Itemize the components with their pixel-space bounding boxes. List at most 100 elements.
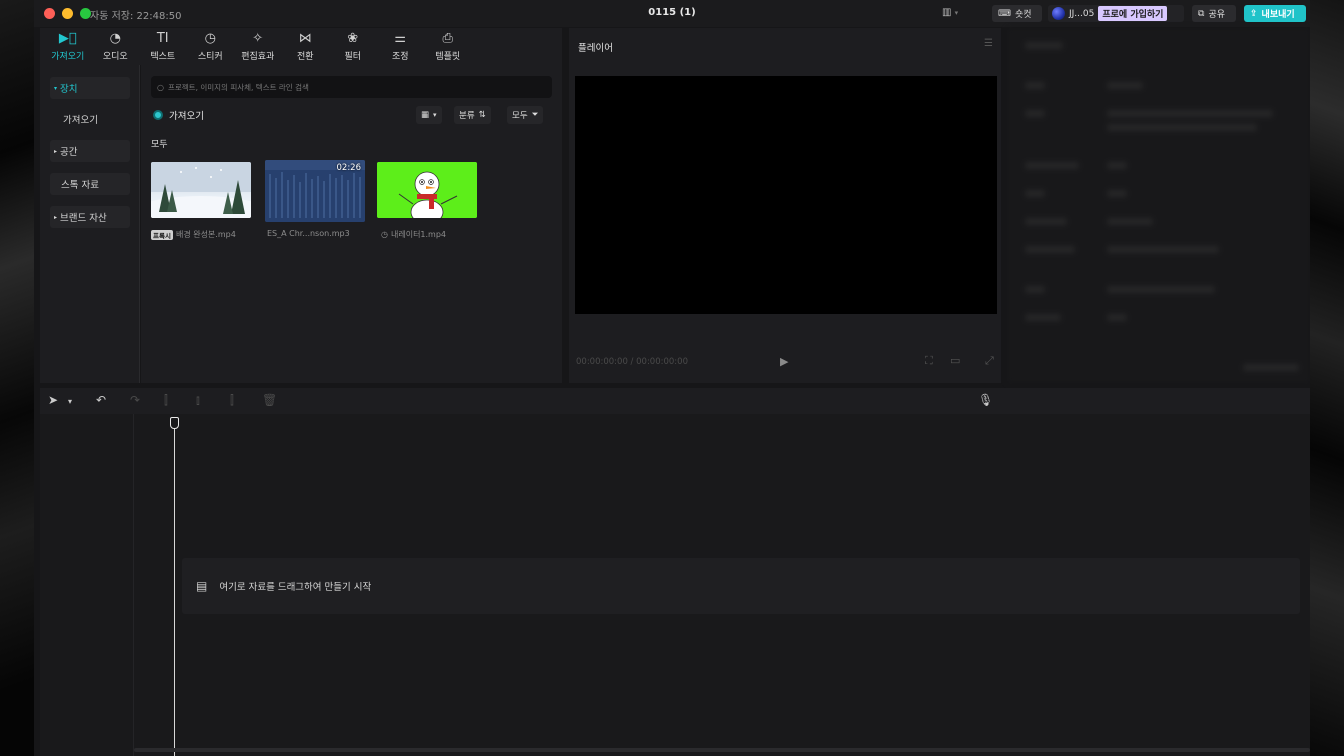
media-item-name: ◷ 내레이터1.mp4 — [381, 229, 446, 240]
media-item-background[interactable] — [151, 162, 251, 218]
tab-text[interactable]: TI 텍스트 — [139, 28, 187, 65]
split-right-icon[interactable]: ⫿ — [230, 393, 234, 408]
timeline-drop-zone[interactable]: ▤ 여기로 자료를 드래그하여 만들기 시작 — [182, 558, 1300, 614]
sidebar-item-label: 스톡 자료 — [61, 180, 99, 191]
clock-icon: ◷ — [381, 230, 388, 239]
import-button[interactable]: 가져오기 — [153, 106, 204, 124]
chevron-down-icon: ▾ — [954, 9, 959, 17]
export-label: 내보내기 — [1261, 10, 1295, 20]
timeline-scrollbar[interactable] — [134, 748, 1310, 752]
close-window-button[interactable] — [44, 8, 55, 19]
sidebar-item-stock[interactable]: 스톡 자료 — [50, 173, 130, 195]
sidebar-item-device[interactable]: ▾ 장치 — [50, 77, 130, 99]
tab-label: 전환 — [296, 52, 314, 62]
microphone-icon[interactable]: 🎙 — [978, 393, 993, 407]
minimize-window-button[interactable] — [62, 8, 73, 19]
ratio-icon[interactable]: ▭ — [950, 354, 960, 367]
timecode: 00:00:00:00 / 00:00:00:00 — [576, 357, 688, 367]
tab-template[interactable]: ⎙ 템플릿 — [424, 28, 472, 65]
player-panel: 플레이어 ☰ 00:00:00:00 / 00:00:00:00 ▶ ⛶ ▭ ⤢ — [569, 28, 1001, 383]
tab-filter[interactable]: ❀ 필터 — [329, 28, 377, 65]
file-name: 내레이터1.mp4 — [390, 230, 447, 239]
import-label: 가져오기 — [169, 111, 204, 122]
avatar — [1052, 7, 1065, 20]
caret-down-icon: ▾ — [54, 84, 58, 92]
share-button[interactable]: ⧉ 공유 — [1192, 5, 1236, 22]
layout-toggle-button[interactable]: ▥ ▾ — [942, 7, 958, 18]
menu-icon[interactable]: ☰ — [984, 38, 993, 49]
shortcut-button[interactable]: ⌨ 숏컷 — [992, 5, 1042, 22]
placeholder-row — [1107, 162, 1127, 169]
tab-adjust[interactable]: ⚌ 조정 — [377, 28, 425, 65]
placeholder-row — [1107, 246, 1219, 253]
tab-sticker[interactable]: ◷ 스티커 — [187, 28, 235, 65]
track-header-column — [40, 414, 134, 756]
autosave-status: 자동 저장: 22:48:50 — [90, 11, 182, 22]
film-icon: ▤ — [196, 579, 208, 593]
view-mode-button[interactable]: ▦ ▾ — [416, 106, 442, 124]
sidebar-item-label: 공간 — [60, 147, 78, 158]
tab-audio[interactable]: ◔ 오디오 — [92, 28, 140, 65]
section-title: 모두 — [151, 140, 168, 150]
placeholder-row — [1107, 190, 1127, 197]
proxy-tag: 프록시 — [151, 229, 173, 240]
timeline: ▤ 여기로 자료를 드래그하여 만들기 시작 — [40, 414, 1310, 756]
properties-panel — [1007, 28, 1310, 383]
play-icon[interactable]: ▶ — [780, 355, 788, 368]
fit-icon[interactable]: ⛶ — [925, 354, 933, 368]
shortcut-label: 숏컷 — [1015, 10, 1032, 20]
import-icon: ▶⃞ — [58, 31, 77, 46]
pro-upgrade-button[interactable]: 프로에 가입하기 — [1098, 6, 1168, 21]
redo-icon[interactable]: ↷ — [130, 393, 140, 407]
filter-button[interactable]: 모두 ⏷ — [507, 106, 544, 124]
tab-transition[interactable]: ⋈ 전환 — [282, 28, 330, 65]
tab-label: 편집효과 — [241, 52, 275, 62]
playhead-handle[interactable] — [170, 417, 179, 429]
chevron-down-icon[interactable]: ▾ — [68, 397, 72, 406]
tab-label: 스티커 — [197, 52, 223, 62]
tab-import[interactable]: ▶⃞ 가져오기 — [44, 28, 92, 65]
placeholder-row — [1107, 286, 1215, 293]
keyboard-icon: ⌨ — [998, 8, 1011, 19]
pointer-icon[interactable]: ➤ — [48, 393, 58, 407]
split-icon[interactable]: ⫿ — [164, 393, 168, 408]
caret-right-icon: ▸ — [54, 147, 58, 155]
drop-hint: 여기로 자료를 드래그하여 만들기 시작 — [219, 582, 372, 593]
media-duration: 02:26 — [336, 163, 362, 173]
delete-icon[interactable]: 🗑 — [262, 393, 277, 407]
sort-label: 분류 — [459, 111, 475, 121]
placeholder-row — [1025, 218, 1067, 225]
asset-tabs: ▶⃞ 가져오기 ◔ 오디오 TI 텍스트 ◷ 스티커 ✧ 편집효과 ⋈ 전환 ❀… — [40, 28, 562, 65]
placeholder-row — [1243, 364, 1299, 371]
search-placeholder: 프로젝트, 이미지의 피사체, 텍스트 라인 검색 — [167, 82, 309, 92]
desktop-background-right — [1310, 0, 1344, 756]
sidebar-item-label: 브랜드 자산 — [60, 213, 107, 224]
sidebar-item-label: 장치 — [60, 84, 78, 95]
media-item-narrator[interactable] — [377, 162, 477, 218]
snowman-thumbnail — [377, 162, 477, 218]
undo-icon[interactable]: ↶ — [96, 393, 106, 407]
sort-icon: ⇅ — [478, 110, 486, 120]
placeholder-row — [1025, 42, 1063, 49]
preview-screen[interactable] — [575, 76, 997, 314]
placeholder-row — [1107, 82, 1143, 89]
adjust-icon: ⚌ — [394, 31, 407, 46]
sticker-icon: ◷ — [204, 31, 216, 46]
sort-button[interactable]: 분류 ⇅ — [454, 106, 491, 124]
export-button[interactable]: ⇪ 내보내기 — [1244, 5, 1306, 22]
sidebar-item-space[interactable]: ▸ 공간 — [50, 140, 130, 162]
account-button[interactable]: JJ...05 프로에 가입하기 — [1048, 5, 1184, 22]
placeholder-row — [1025, 162, 1079, 169]
share-icon: ⧉ — [1198, 8, 1205, 19]
capcut-window: 자동 저장: 22:48:50 0115 (1) ▥ ▾ ⌨ 숏컷 JJ...0… — [34, 0, 1310, 756]
search-input[interactable]: ○ 프로젝트, 이미지의 피사체, 텍스트 라인 검색 — [151, 76, 552, 98]
tab-label: 조정 — [391, 52, 409, 62]
fullscreen-icon[interactable]: ⤢ — [985, 354, 994, 368]
tab-effects[interactable]: ✧ 편집효과 — [234, 28, 282, 65]
media-item-audio[interactable]: 02:26 — [265, 160, 365, 222]
tab-label: 가져오기 — [51, 52, 85, 62]
split-left-icon[interactable]: ⫾ — [196, 393, 200, 408]
sidebar-item-brand[interactable]: ▸ 브랜드 자산 — [50, 206, 130, 228]
chevron-down-icon: ▾ — [433, 111, 437, 119]
sidebar-item-import[interactable]: 가져오기 — [50, 108, 130, 130]
